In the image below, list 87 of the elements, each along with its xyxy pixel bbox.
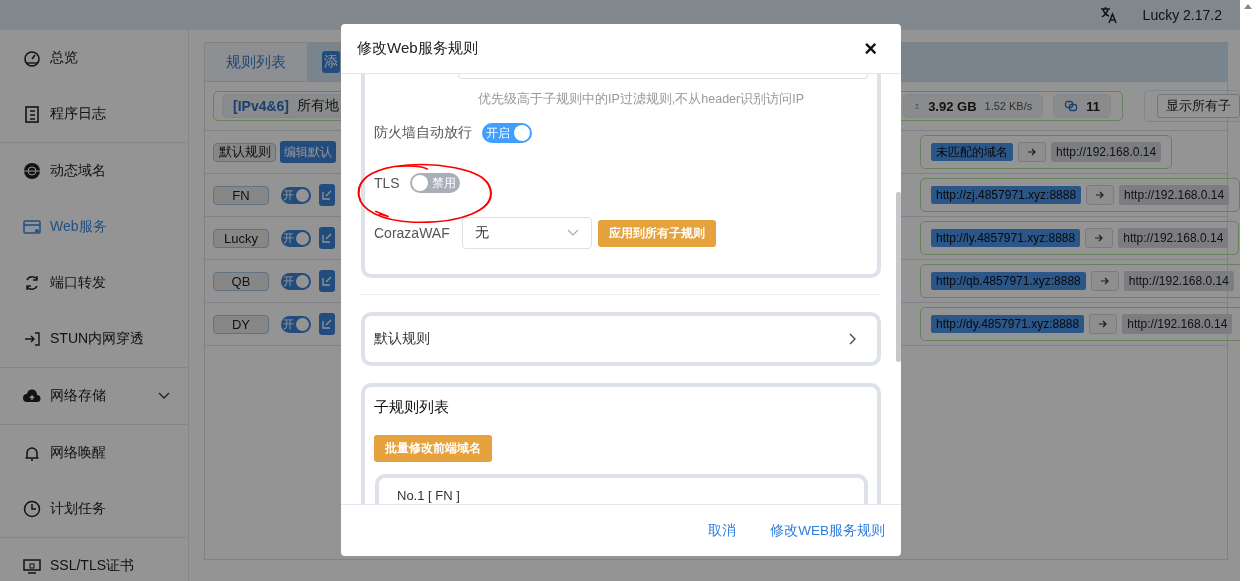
batch-edit-button[interactable]: 批量修改前端域名 [374, 435, 492, 462]
apply-all-button[interactable]: 应用到所有子规则 [597, 219, 716, 247]
sidebar-item[interactable]: 网络存储 [0, 368, 188, 424]
edit-button[interactable] [319, 184, 335, 206]
scroll-up-icon[interactable] [1244, 4, 1252, 9]
toggle-switch[interactable]: 开 [281, 186, 311, 204]
listen-address: 所有地 [297, 97, 340, 115]
default-rule-card[interactable]: 默认规则 [361, 312, 881, 366]
link-icon [1064, 99, 1079, 113]
rule-name-label: 默认规则 [213, 142, 276, 162]
translate-icon[interactable] [1098, 5, 1119, 25]
upload-total: 3.92 GB [928, 98, 977, 114]
sidebar-item[interactable]: 计划任务 [0, 481, 188, 537]
sidebar-item[interactable]: 动态域名 [0, 143, 188, 199]
version-label: Lucky 2.17.2 [1142, 7, 1222, 23]
toggle-switch[interactable]: 禁用 [409, 173, 460, 193]
close-button[interactable]: × [864, 35, 877, 62]
dialog-button[interactable]: 修改WEB服务规则 [770, 521, 885, 540]
domain-tag: http://qb.4857971.xyz:8888 [931, 272, 1086, 290]
domain-tag: http://dy.4857971.xyz:8888 [931, 315, 1085, 333]
document-icon [23, 105, 41, 123]
edit-button[interactable] [319, 313, 335, 335]
dialog-button[interactable]: 取消 [708, 521, 737, 540]
sidebar-item[interactable]: 端口转发 [0, 255, 188, 311]
input-field[interactable] [458, 74, 868, 79]
toggle-switch[interactable]: 开 [281, 272, 311, 290]
tab[interactable]: 规则列表 [205, 43, 307, 81]
rule-name-label: DY [213, 314, 269, 334]
scrollbar[interactable] [896, 192, 901, 362]
toggle-switch[interactable]: 开 [281, 229, 311, 247]
cloud-upload-icon [23, 387, 41, 405]
rule-name-label: Lucky [213, 228, 269, 248]
field-label: CorazaWAF [374, 225, 450, 241]
sidebar-item[interactable]: SSL/TLS证书 [0, 538, 188, 581]
chevron-down-icon [158, 392, 170, 400]
arrow-button[interactable] [1086, 185, 1115, 205]
toggle-switch[interactable]: 开启 [482, 123, 532, 143]
edit-button[interactable] [319, 227, 335, 249]
arrow-button[interactable] [1089, 314, 1118, 334]
arrow-right-icon [1095, 191, 1106, 199]
target-address: http://192.168.0.14 [1118, 228, 1229, 248]
gauge-icon [23, 49, 41, 67]
sidebar-item[interactable]: 程序日志 [0, 86, 188, 142]
bell-icon [23, 444, 41, 462]
hint-text: 优先级高于子规则中的IP过滤规则,不从header识别访问IP [478, 91, 805, 108]
sidebar-item[interactable]: STUN内网穿透 [0, 311, 188, 367]
rule-name-label: QB [213, 271, 269, 291]
browser-window-icon [23, 218, 41, 236]
target-address: http://192.168.0.14 [1122, 314, 1233, 334]
arrow-button[interactable] [1090, 271, 1119, 291]
rule-name-label: FN [213, 185, 269, 205]
target-address: http://192.168.0.14 [1123, 271, 1234, 291]
arrow-button[interactable] [1018, 142, 1046, 162]
subrule-title: No.1 [ FN ] [397, 488, 460, 503]
exit-arrow-icon [23, 330, 41, 348]
select-field[interactable]: 无 [461, 217, 592, 249]
chevron-down-icon [566, 229, 579, 237]
upload-rate: 1.52 KB/s [984, 100, 1033, 112]
domain-tag: http://zj.4857971.xyz:8888 [931, 186, 1082, 204]
connection-count: 11 [1086, 98, 1100, 114]
chevron-right-icon [849, 333, 857, 345]
field-label: TLS [374, 175, 400, 191]
show-all-button[interactable]: 显示所有子 [1157, 94, 1240, 118]
section-title: 子规则列表 [374, 398, 450, 417]
sidebar-item[interactable]: 总览 [0, 30, 188, 86]
arrow-right-icon [1099, 277, 1110, 285]
domain-tag: 未匹配的域名 [931, 143, 1013, 161]
ip-type-label: [IPv4&6] [233, 98, 290, 114]
arrow-right-icon [1098, 320, 1109, 328]
clock-icon [23, 500, 41, 518]
edit-default-button[interactable]: 编辑默认 [280, 141, 336, 163]
toggle-switch[interactable]: 开 [281, 315, 311, 333]
edit-button[interactable] [319, 270, 335, 292]
arrow-right-icon [1094, 234, 1105, 242]
sidebar-item[interactable]: Web服务 [0, 199, 188, 255]
dialog-title: 修改Web服务规则 [357, 39, 478, 58]
globe-icon [23, 162, 41, 180]
monitor-lock-icon [23, 557, 41, 575]
field-label: 防火墙自动放行 [374, 124, 472, 142]
target-address: http://192.168.0.14 [1119, 185, 1230, 205]
add-button[interactable]: 添 [322, 51, 340, 73]
sidebar-item[interactable]: 网络唤醒 [0, 425, 188, 481]
target-address: http://192.168.0.14 [1051, 142, 1162, 162]
domain-tag: http://ly.4857971.xyz:8888 [931, 229, 1081, 247]
arrow-right-icon [1027, 148, 1037, 156]
cycle-arrows-icon [23, 274, 41, 292]
arrow-button[interactable] [1085, 228, 1114, 248]
